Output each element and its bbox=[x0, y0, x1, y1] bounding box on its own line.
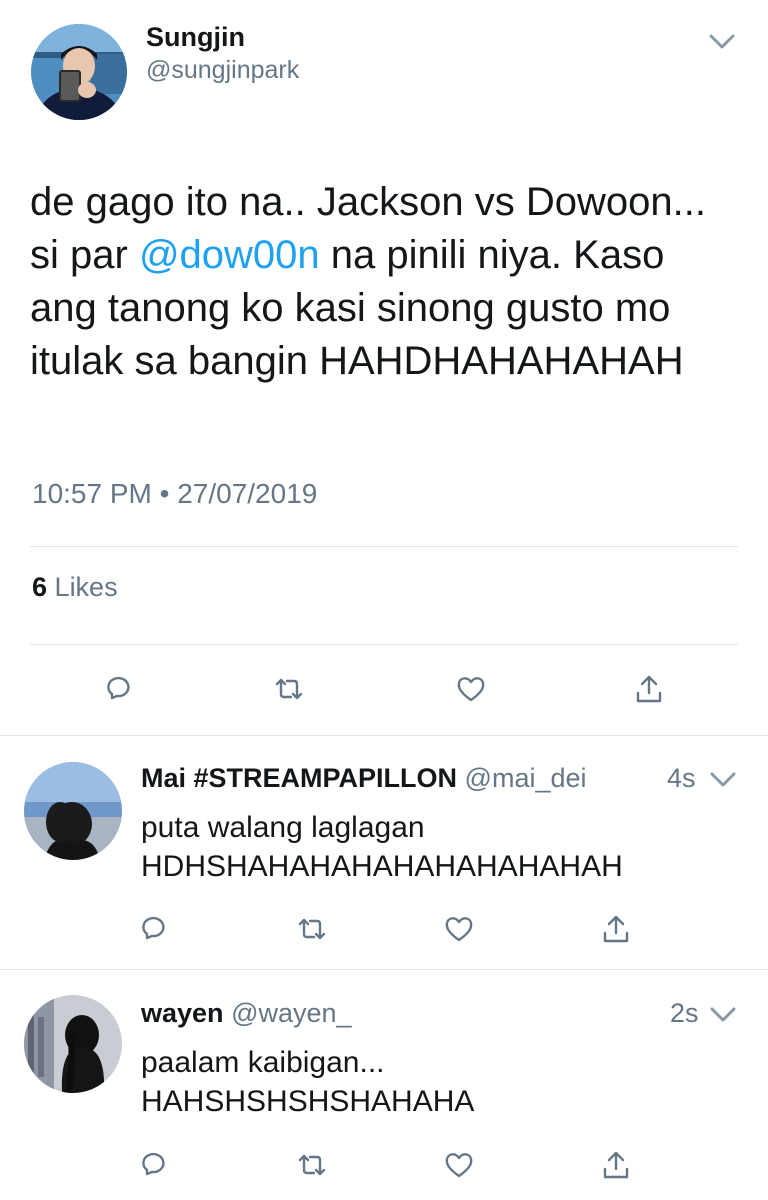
reply-icon bbox=[142, 1152, 165, 1176]
retweet-icon bbox=[298, 918, 326, 940]
retweet-icon bbox=[298, 1154, 326, 1176]
like-button[interactable] bbox=[444, 1150, 474, 1185]
reply-icon bbox=[142, 916, 165, 940]
reply-header: Mai #STREAMPAPILLON @mai_dei bbox=[141, 763, 587, 794]
reply-text-line: paalam kaibigan... bbox=[141, 1046, 385, 1079]
share-icon bbox=[636, 675, 662, 703]
reply-author-handle[interactable]: @wayen_ bbox=[231, 998, 351, 1028]
avatar[interactable] bbox=[24, 995, 122, 1093]
share-button[interactable] bbox=[634, 674, 664, 709]
reply-icon bbox=[107, 676, 130, 700]
likes-count: 6 bbox=[32, 572, 48, 602]
retweet-button[interactable] bbox=[297, 914, 327, 949]
reply-button[interactable] bbox=[138, 914, 168, 949]
tweet-timestamp[interactable]: 10:57 PM • 27/07/2019 bbox=[32, 478, 317, 510]
chevron-down-icon[interactable] bbox=[710, 1007, 736, 1023]
share-button[interactable] bbox=[601, 914, 631, 949]
author-handle[interactable]: @sungjinpark bbox=[146, 56, 299, 85]
share-icon bbox=[603, 1151, 629, 1179]
chevron-down-icon[interactable] bbox=[710, 772, 736, 788]
reply-author-name[interactable]: wayen bbox=[141, 998, 224, 1028]
tweet-text: de gago ito na.. Jackson vs Dowoon... si… bbox=[30, 176, 735, 388]
avatar[interactable] bbox=[31, 24, 127, 120]
section-divider bbox=[0, 969, 768, 970]
author-name[interactable]: Sungjin bbox=[146, 22, 245, 53]
share-button[interactable] bbox=[601, 1150, 631, 1185]
reply-time[interactable]: 2s bbox=[670, 998, 699, 1029]
retweet-icon bbox=[275, 678, 303, 700]
retweet-button[interactable] bbox=[297, 1150, 327, 1185]
reply-header: wayen @wayen_ bbox=[141, 998, 352, 1029]
like-button[interactable] bbox=[456, 674, 486, 709]
reply-text-line: HDHSHAHAHAHAHAHAHAHAHAH bbox=[141, 850, 623, 883]
like-icon bbox=[457, 677, 485, 702]
share-icon bbox=[603, 915, 629, 943]
like-icon bbox=[445, 917, 473, 942]
likes-stat[interactable]: 6 Likes bbox=[32, 572, 118, 603]
like-icon bbox=[445, 1153, 473, 1178]
like-button[interactable] bbox=[444, 914, 474, 949]
retweet-button[interactable] bbox=[274, 674, 304, 709]
avatar[interactable] bbox=[24, 762, 122, 860]
section-divider bbox=[0, 735, 768, 736]
reply-author-handle[interactable]: @mai_dei bbox=[465, 763, 587, 793]
reply-text-line: HAHSHSHSHSHAHAHA bbox=[141, 1085, 475, 1118]
reply-button[interactable] bbox=[138, 1150, 168, 1185]
reply-button[interactable] bbox=[103, 674, 133, 709]
likes-label: Likes bbox=[54, 572, 118, 602]
reply-text-line: puta walang laglagan bbox=[141, 811, 425, 844]
divider bbox=[30, 546, 738, 547]
chevron-down-icon[interactable] bbox=[709, 34, 735, 50]
divider bbox=[30, 644, 738, 645]
reply-time[interactable]: 4s bbox=[667, 763, 696, 794]
mention-link[interactable]: @dow00n bbox=[139, 233, 320, 277]
reply-author-name[interactable]: Mai #STREAMPAPILLON bbox=[141, 763, 457, 793]
